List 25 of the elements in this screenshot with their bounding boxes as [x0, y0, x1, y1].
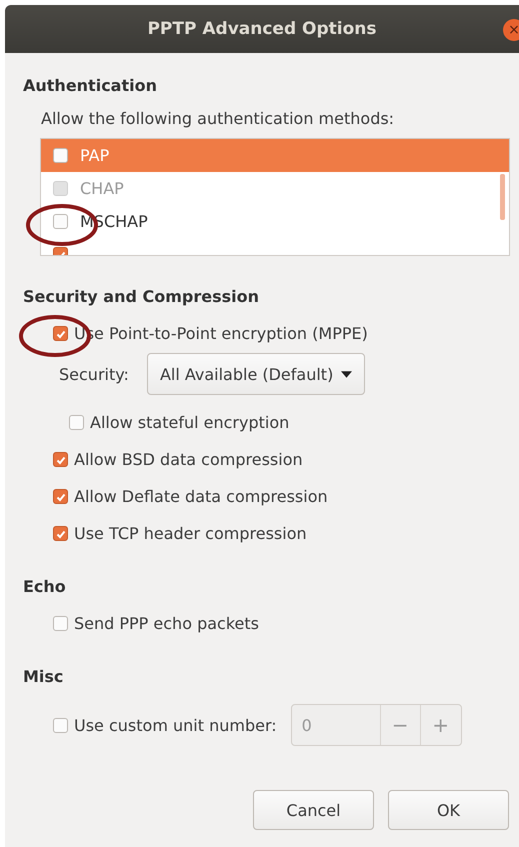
section-heading: Authentication — [23, 76, 158, 95]
checkbox[interactable] — [53, 214, 68, 229]
checked-checkbox[interactable] — [53, 526, 68, 541]
window-title: PPTP Advanced Options — [147, 19, 377, 39]
section-heading: Echo — [23, 577, 67, 596]
section-heading: Security and Compression — [23, 287, 260, 306]
caret-icon — [341, 370, 352, 378]
close-button[interactable]: × — [503, 19, 519, 41]
dialog-button[interactable]: Cancel — [253, 790, 374, 830]
method-label: PAP — [80, 146, 110, 165]
security-dropdown[interactable]: All Available (Default) — [146, 353, 366, 395]
method-label: CHAP — [80, 179, 124, 198]
checkbox[interactable] — [53, 616, 68, 631]
checked-checkbox[interactable] — [53, 326, 68, 341]
dialog-button[interactable]: OK — [388, 790, 509, 830]
prompt-label: Allow the following authentication methods: — [41, 109, 396, 128]
checked-checkbox[interactable] — [53, 452, 68, 467]
checkbox[interactable] — [53, 148, 68, 163]
checkbox[interactable] — [69, 415, 84, 430]
checked-checkbox[interactable] — [53, 489, 68, 504]
section-heading: Misc — [23, 667, 64, 686]
unit-value: 0 — [292, 705, 381, 745]
checkbox[interactable] — [53, 718, 68, 732]
security-label: Security: — [59, 364, 129, 384]
scrollbar[interactable] — [500, 174, 505, 220]
